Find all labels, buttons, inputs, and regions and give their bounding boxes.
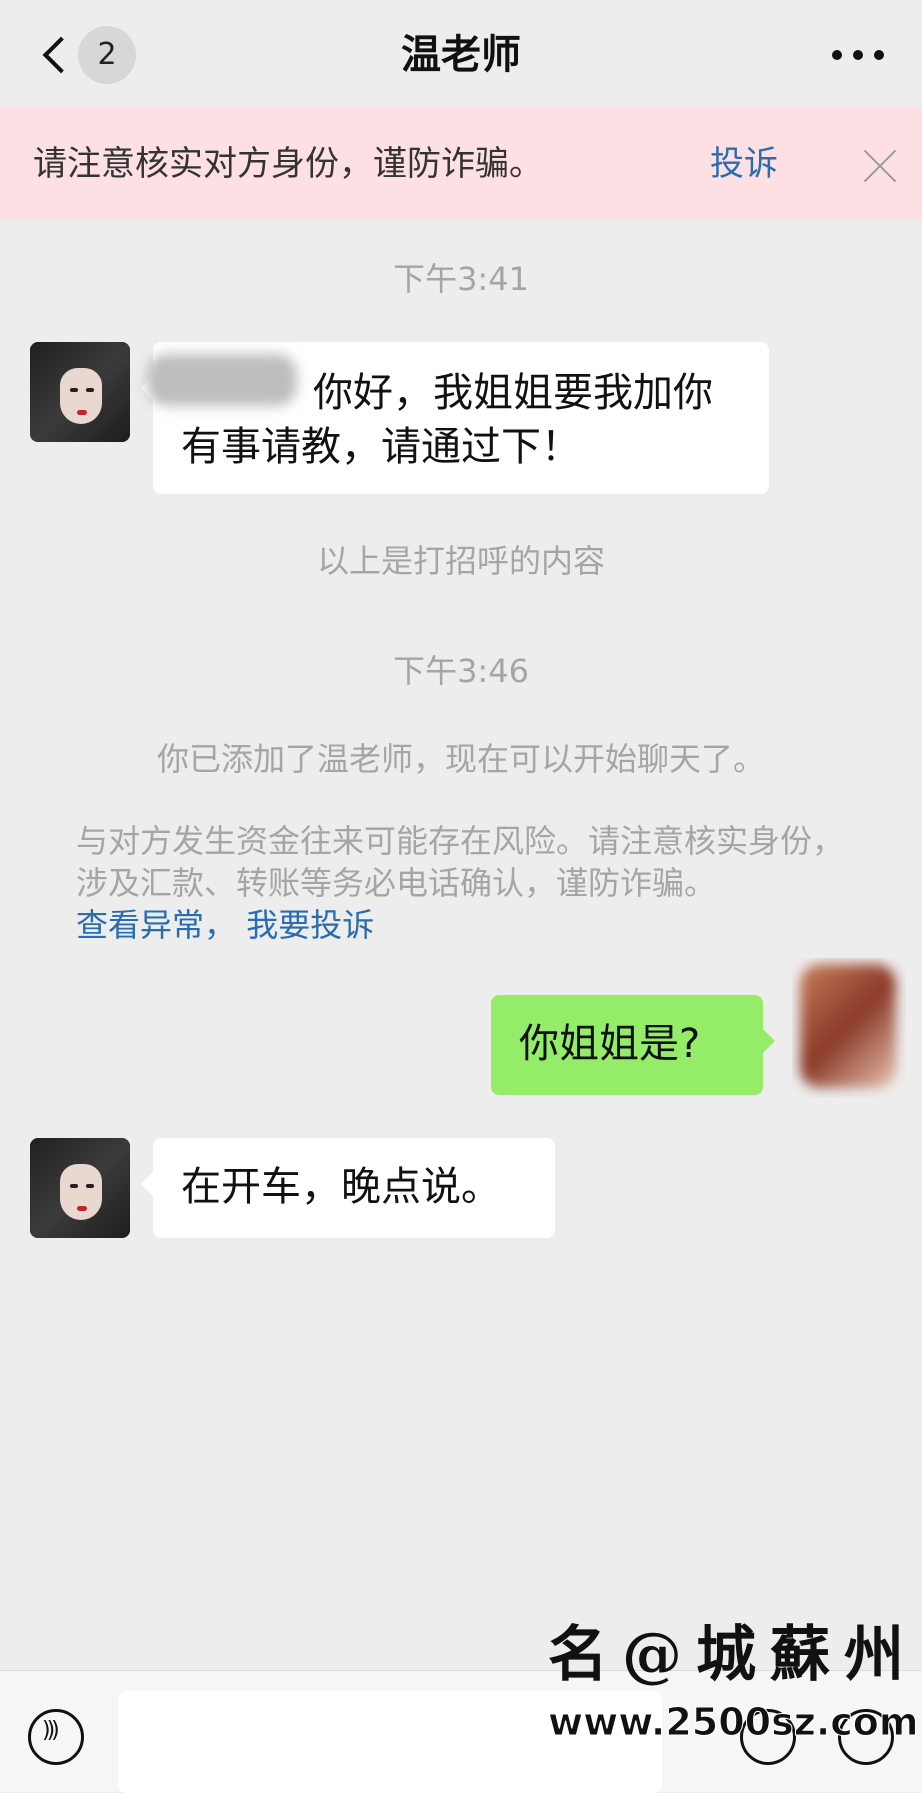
redacted-blur (800, 964, 896, 1088)
complain-link[interactable]: 投诉 (710, 108, 778, 220)
greeting-note: 以上是打招呼的内容 (316, 542, 605, 580)
fraud-warning-banner: 请注意核实对方身份，谨防诈骗。 投诉 (0, 108, 922, 220)
outgoing-message-text: 你姐姐是? (519, 1021, 701, 1067)
timestamp: 下午3:46 (393, 652, 529, 690)
dot-icon (832, 50, 842, 60)
incoming-message-bubble[interactable]: 你好，我姐姐要我加你有事请教，请通过下！ (141, 342, 769, 494)
view-anomaly-link[interactable]: 查看异常 (76, 906, 204, 944)
dot-icon (853, 50, 863, 60)
redacted-blur (147, 354, 297, 406)
risk-notice-text: 与对方发生资金往来可能存在风险。请注意核实身份，涉及汇款、转账等务必电话确认，谨… (76, 822, 845, 902)
report-link[interactable]: 我要投诉 (246, 906, 374, 944)
close-icon[interactable] (862, 148, 898, 184)
fraud-warning-text: 请注意核实对方身份，谨防诈骗。 (33, 144, 543, 184)
incoming-message-bubble[interactable]: 在开车，晚点说。 (141, 1138, 555, 1238)
contact-avatar[interactable] (30, 342, 130, 442)
more-options-button[interactable] (832, 48, 886, 62)
link-separator: ， (204, 906, 237, 944)
my-avatar[interactable] (792, 958, 906, 1098)
dot-icon (874, 50, 884, 60)
risk-notice: 与对方发生资金往来可能存在风险。请注意核实身份，涉及汇款、转账等务必电话确认，谨… (76, 820, 866, 946)
chat-title: 温老师 (401, 32, 521, 78)
incoming-message-text: 在开车，晚点说。 (181, 1164, 501, 1210)
contact-avatar[interactable] (30, 1138, 130, 1238)
chat-header: 2 温老师 (0, 0, 922, 108)
outgoing-message-bubble[interactable]: 你姐姐是? (491, 995, 775, 1095)
site-watermark: 名@城蘇州 www.2500sz.com (547, 1606, 919, 1746)
voice-input-icon[interactable] (28, 1709, 84, 1765)
watermark-url: www.2500sz.com (547, 1700, 919, 1745)
timestamp: 下午3:41 (393, 260, 529, 298)
watermark-logo: 名@城蘇州 (548, 1620, 918, 1690)
friend-added-notice: 你已添加了温老师，现在可以开始聊天了。 (156, 740, 765, 778)
